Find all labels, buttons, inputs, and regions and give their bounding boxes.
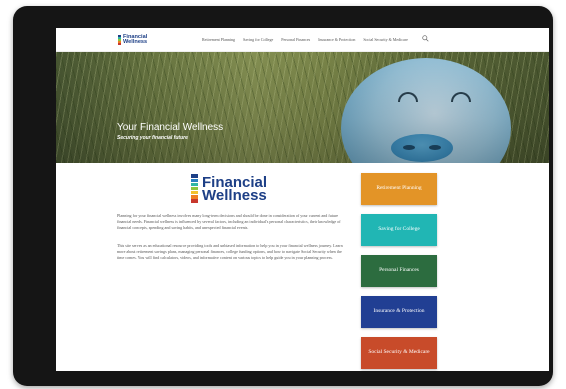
- nav-link-social-security-medicare[interactable]: Social Security & Medicare: [363, 37, 408, 42]
- nav-link-personal-finances[interactable]: Personal Finances: [281, 37, 310, 42]
- tile-label: Saving for College: [378, 226, 420, 233]
- intro-paragraph: Planning for your financial wellness inv…: [117, 213, 341, 230]
- logo-bars-icon: [191, 174, 198, 203]
- nav-link-saving-for-college[interactable]: Saving for College: [243, 37, 273, 42]
- logo-bars-icon: [118, 35, 121, 45]
- top-nav: Financial Wellness Retirement Planning S…: [56, 28, 549, 52]
- tile-label: Personal Finances: [379, 267, 419, 274]
- search-icon[interactable]: [422, 35, 429, 42]
- nav-menu: Retirement Planning Saving for College P…: [202, 37, 408, 42]
- tile-social-security-medicare[interactable]: Social Security & Medicare: [361, 337, 437, 369]
- tile-insurance-protection[interactable]: Insurance & Protection: [361, 296, 437, 328]
- main-logo: Financial Wellness: [191, 174, 267, 203]
- site-purpose-paragraph: This site serves as an educational resou…: [117, 243, 343, 260]
- main-logo-text: Financial Wellness: [202, 175, 267, 204]
- browser-screen: Financial Wellness Retirement Planning S…: [56, 28, 549, 371]
- nav-link-retirement-planning[interactable]: Retirement Planning: [202, 37, 235, 42]
- tile-label: Social Security & Medicare: [368, 349, 430, 356]
- tile-saving-for-college[interactable]: Saving for College: [361, 214, 437, 246]
- tile-retirement-planning[interactable]: Retirement Planning: [361, 173, 437, 205]
- logo-text: Financial Wellness: [123, 34, 148, 46]
- site-logo[interactable]: Financial Wellness: [118, 34, 147, 46]
- topic-tiles: Retirement Planning Saving for College P…: [361, 173, 437, 369]
- hero-subtitle: Securing your financial future: [117, 135, 188, 141]
- hero-overlay: [56, 52, 549, 163]
- tile-label: Retirement Planning: [376, 185, 422, 192]
- nav-link-insurance-protection[interactable]: Insurance & Protection: [318, 37, 355, 42]
- tile-personal-finances[interactable]: Personal Finances: [361, 255, 437, 287]
- tile-label: Insurance & Protection: [373, 308, 425, 315]
- laptop-frame: Financial Wellness Retirement Planning S…: [13, 6, 553, 386]
- main-logo-line2: Wellness: [202, 186, 267, 204]
- logo-line2: Wellness: [123, 39, 148, 45]
- hero-title: Your Financial Wellness: [117, 122, 224, 133]
- hero-banner: Your Financial Wellness Securing your fi…: [56, 52, 549, 163]
